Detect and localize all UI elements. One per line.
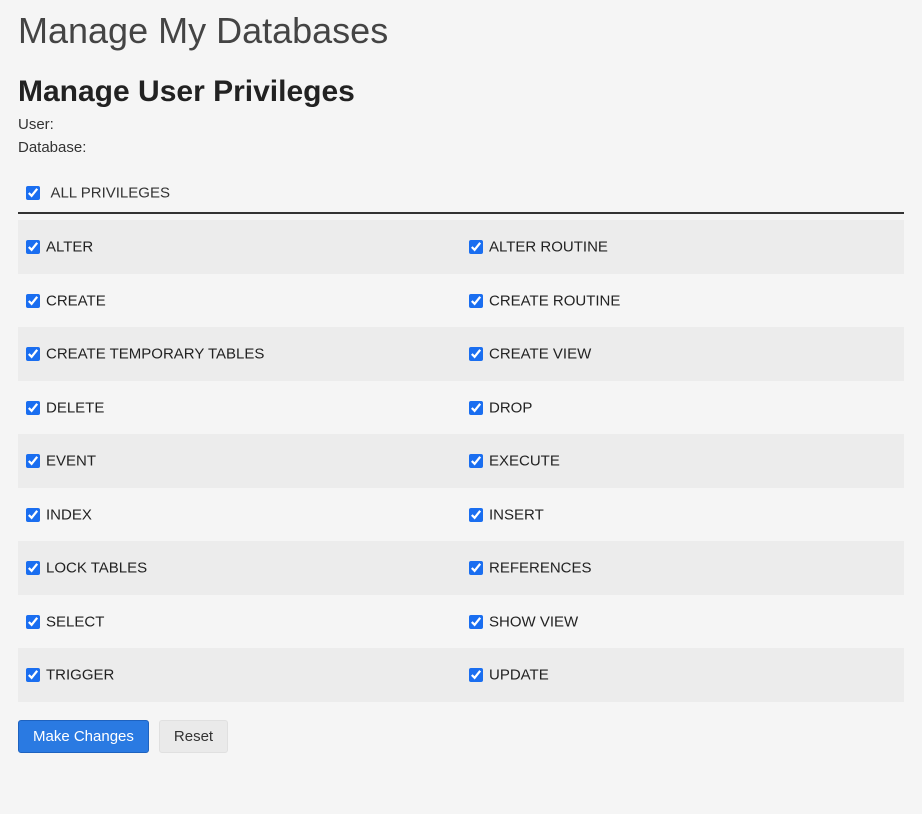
privileges-table: ALTERALTER ROUTINECREATECREATE ROUTINECR… (18, 220, 904, 702)
privilege-checkbox[interactable] (469, 347, 483, 361)
privilege-cell: DELETE (18, 381, 461, 435)
privilege-checkbox[interactable] (469, 668, 483, 682)
privilege-checkbox[interactable] (469, 561, 483, 575)
privilege-checkbox[interactable] (26, 615, 40, 629)
privilege-checkbox[interactable] (469, 401, 483, 415)
privilege-checkbox[interactable] (26, 454, 40, 468)
privilege-row: CREATE CREATE ROUTINE (18, 274, 904, 328)
privilege-cell: EXECUTE (461, 434, 904, 488)
privilege-label: DELETE (46, 399, 104, 416)
section-title: Manage User Privileges (18, 75, 904, 108)
privilege-label: UPDATE (489, 667, 549, 684)
privilege-checkbox[interactable] (26, 508, 40, 522)
privilege-row: CREATE TEMPORARY TABLES CREATE VIEW (18, 327, 904, 381)
privilege-row: EVENT EXECUTE (18, 434, 904, 488)
privilege-label: ALTER ROUTINE (489, 239, 608, 256)
privilege-cell: SELECT (18, 595, 461, 649)
buttons-row: Make Changes Reset (18, 720, 904, 753)
privilege-row: INDEX INSERT (18, 488, 904, 542)
privilege-checkbox[interactable] (26, 668, 40, 682)
privilege-cell: ALTER ROUTINE (461, 220, 904, 274)
privilege-cell: CREATE TEMPORARY TABLES (18, 327, 461, 381)
privilege-cell: DROP (461, 381, 904, 435)
privilege-cell: EVENT (18, 434, 461, 488)
privilege-cell: INSERT (461, 488, 904, 542)
privilege-checkbox[interactable] (469, 508, 483, 522)
user-label: User: (18, 116, 904, 133)
privilege-label: REFERENCES (489, 560, 592, 577)
privilege-cell: TRIGGER (18, 648, 461, 702)
privilege-checkbox[interactable] (26, 561, 40, 575)
privilege-label: TRIGGER (46, 667, 114, 684)
all-privileges-row: ALL PRIVILEGES (18, 184, 904, 214)
privilege-label: LOCK TABLES (46, 560, 147, 577)
privilege-label: EXECUTE (489, 453, 560, 470)
privilege-cell: CREATE VIEW (461, 327, 904, 381)
all-privileges-label: ALL PRIVILEGES (50, 184, 170, 201)
privilege-cell: LOCK TABLES (18, 541, 461, 595)
privilege-row: TRIGGER UPDATE (18, 648, 904, 702)
privilege-label: ALTER (46, 239, 93, 256)
privilege-checkbox[interactable] (469, 294, 483, 308)
make-changes-button[interactable]: Make Changes (18, 720, 149, 753)
privilege-row: DELETE DROP (18, 381, 904, 435)
privilege-checkbox[interactable] (469, 454, 483, 468)
privilege-cell: SHOW VIEW (461, 595, 904, 649)
privilege-checkbox[interactable] (26, 294, 40, 308)
page-title: Manage My Databases (18, 8, 904, 53)
privilege-checkbox[interactable] (26, 240, 40, 254)
privilege-label: CREATE TEMPORARY TABLES (46, 346, 264, 363)
privilege-cell: UPDATE (461, 648, 904, 702)
reset-button[interactable]: Reset (159, 720, 228, 753)
privilege-row: SELECT SHOW VIEW (18, 595, 904, 649)
database-label: Database: (18, 139, 904, 156)
privilege-label: EVENT (46, 453, 96, 470)
privilege-label: DROP (489, 399, 532, 416)
all-privileges-checkbox[interactable] (26, 186, 40, 200)
privilege-checkbox[interactable] (26, 401, 40, 415)
privilege-row: ALTER ALTER ROUTINE (18, 220, 904, 274)
privilege-label: CREATE VIEW (489, 346, 591, 363)
privilege-cell: CREATE ROUTINE (461, 274, 904, 328)
privilege-label: CREATE ROUTINE (489, 292, 620, 309)
privilege-cell: INDEX (18, 488, 461, 542)
privilege-cell: CREATE (18, 274, 461, 328)
privilege-label: SELECT (46, 613, 104, 630)
privilege-checkbox[interactable] (469, 615, 483, 629)
privilege-label: CREATE (46, 292, 106, 309)
privilege-label: SHOW VIEW (489, 613, 578, 630)
privilege-label: INDEX (46, 506, 92, 523)
privilege-cell: ALTER (18, 220, 461, 274)
privilege-checkbox[interactable] (26, 347, 40, 361)
privilege-label: INSERT (489, 506, 544, 523)
privilege-row: LOCK TABLES REFERENCES (18, 541, 904, 595)
privilege-checkbox[interactable] (469, 240, 483, 254)
privilege-cell: REFERENCES (461, 541, 904, 595)
